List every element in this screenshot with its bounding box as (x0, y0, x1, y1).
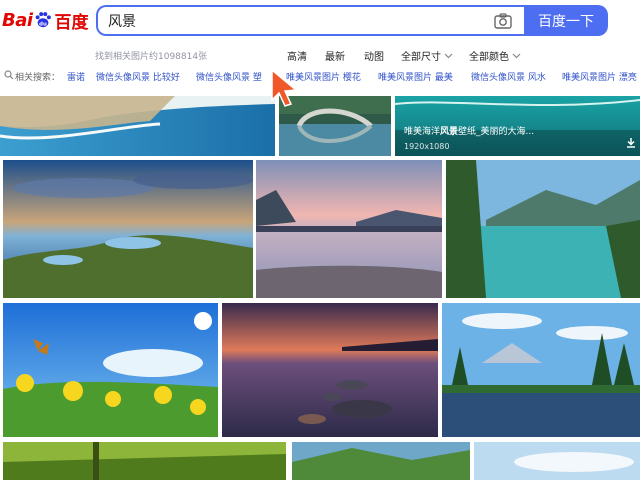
chevron-down-icon (444, 53, 453, 58)
result-count: 找到相关图片约1098814张 (95, 52, 208, 62)
related-item[interactable]: 微信头像风景 比较好 (96, 70, 180, 83)
caption-pre: 唯美海洋 (404, 127, 441, 137)
baidu-logo[interactable]: Bai du 百度 (2, 5, 90, 35)
image-tile[interactable] (0, 96, 275, 156)
filter-size-label: 全部尺寸 (401, 52, 441, 63)
related-item[interactable]: 唯美风景图片 漂亮 (562, 70, 637, 83)
chevron-down-icon (512, 53, 521, 58)
related-item[interactable]: 雷诺 (67, 70, 85, 83)
filter-color-label: 全部颜色 (469, 52, 509, 63)
related-item[interactable]: 微信头像风景 风水 (471, 70, 546, 83)
camera-icon[interactable] (494, 13, 512, 29)
image-mountain-lake (446, 160, 640, 298)
image-dimensions: 1920x1080 (404, 142, 450, 151)
svg-text:du: du (39, 21, 47, 27)
paw-icon: du (35, 12, 51, 27)
filter-hd[interactable]: 高清 (287, 48, 307, 63)
caption-post: 壁纸_美丽的大海... (458, 127, 535, 137)
image-tile[interactable] (222, 303, 438, 437)
image-caption[interactable]: 唯美海洋风景壁纸_美丽的大海... (404, 124, 534, 137)
image-tile[interactable] (3, 442, 286, 480)
image-tile[interactable] (474, 442, 640, 480)
search-box (96, 5, 524, 36)
image-hills (292, 442, 470, 480)
search-input[interactable] (108, 11, 468, 31)
caption-highlight: 风景 (440, 127, 459, 137)
search-icon (4, 70, 14, 80)
image-lake-sunset (256, 160, 442, 298)
image-tile[interactable] (3, 160, 253, 298)
image-marsh-sky (3, 160, 253, 298)
header: Bai du 百度 百度一下 (0, 0, 640, 44)
image-tile[interactable] (446, 160, 640, 298)
filter-size[interactable]: 全部尺寸 (401, 48, 453, 63)
related-label: 相关搜索： (15, 73, 61, 83)
filter-color[interactable]: 全部颜色 (469, 48, 521, 63)
download-icon[interactable] (626, 138, 636, 148)
related-item[interactable]: 微信头像风景 塑 (196, 70, 262, 83)
image-forest-lake (442, 303, 640, 437)
image-tile[interactable] (292, 442, 470, 480)
mouse-cursor-icon (271, 68, 298, 107)
image-green-forest (3, 442, 286, 480)
related-item[interactable]: 唯美风景图片 最美 (378, 70, 453, 83)
filter-bar: 找到相关图片约1098814张 高清 最新 动图 全部尺寸 全部颜色 (0, 44, 640, 66)
image-tile[interactable] (256, 160, 442, 298)
filter-latest[interactable]: 最新 (325, 48, 345, 63)
image-flowers-butterfly (3, 303, 218, 437)
image-tile[interactable] (442, 303, 640, 437)
logo-text-bai: Bai (2, 9, 33, 31)
image-beach (0, 96, 275, 156)
logo-text-cn: 百度 (54, 12, 89, 33)
image-tile[interactable] (3, 303, 218, 437)
related-searches: 相关搜索： 雷诺 微信头像风景 比较好 微信头像风景 塑 唯美风景图片 樱花 唯… (0, 66, 640, 86)
image-rocks-sunset (222, 303, 438, 437)
image-sky (474, 442, 640, 480)
filter-animated[interactable]: 动图 (364, 48, 384, 63)
search-button[interactable]: 百度一下 (524, 5, 608, 36)
